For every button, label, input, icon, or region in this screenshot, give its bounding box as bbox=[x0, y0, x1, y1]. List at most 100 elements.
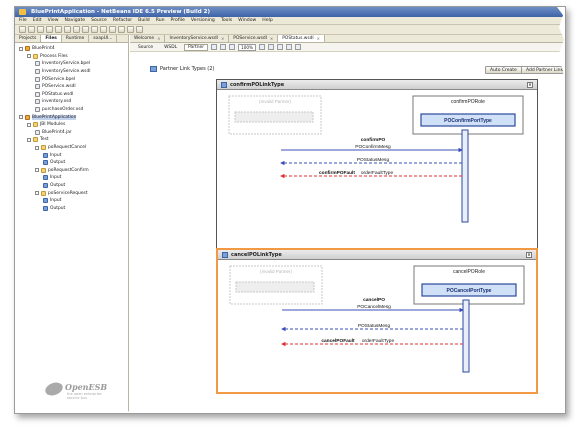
open-project-icon[interactable] bbox=[37, 26, 44, 33]
run-icon[interactable] bbox=[118, 26, 125, 33]
build-icon[interactable] bbox=[100, 26, 107, 33]
tree-node[interactable]: BluePrintApplication bbox=[15, 113, 128, 121]
left-tab-2[interactable]: Runtime bbox=[62, 35, 90, 42]
partner-link-type-panel-confirm[interactable]: confirmPOLinkType × (Invalid Partner) confi… bbox=[216, 79, 538, 251]
select-tool-icon[interactable] bbox=[211, 44, 218, 50]
port-icon bbox=[43, 198, 48, 204]
tree-toggle-icon[interactable] bbox=[35, 168, 39, 173]
netbeans-icon bbox=[19, 9, 26, 15]
plt-title-bar: cancelPOLinkType × bbox=[218, 250, 536, 260]
tree-node[interactable]: Output bbox=[15, 204, 128, 212]
fit-diagram-icon[interactable] bbox=[220, 44, 227, 50]
menu-tools[interactable]: Tools bbox=[221, 18, 232, 23]
menu-profile[interactable]: Profile bbox=[171, 18, 185, 23]
tree-node[interactable]: purchaseOrder.xsd bbox=[15, 106, 128, 114]
left-tab-0[interactable]: Projects bbox=[15, 35, 42, 42]
tree-node[interactable]: BluePrint4 bbox=[15, 45, 128, 53]
menu-refactor[interactable]: Refactor bbox=[113, 18, 132, 23]
menu-build[interactable]: Build bbox=[138, 18, 150, 23]
operation-lifeline[interactable] bbox=[461, 129, 469, 223]
tree-node[interactable]: POService.bpel bbox=[15, 75, 128, 83]
tree-toggle-icon[interactable] bbox=[19, 46, 23, 51]
tree-node-label: BluePrint4.jar bbox=[42, 129, 72, 135]
close-tab-icon[interactable]: × bbox=[221, 36, 224, 41]
tree-node[interactable]: inventory.xsd bbox=[15, 98, 128, 106]
tree-node-label: BluePrint4 bbox=[32, 46, 55, 52]
tree-node[interactable]: InventoryService.wsdl bbox=[15, 68, 128, 76]
left-port-type-box[interactable] bbox=[235, 281, 315, 293]
editor-tab[interactable]: POService.wsdl × bbox=[229, 35, 279, 42]
menu-view[interactable]: View bbox=[48, 18, 59, 23]
tree-toggle-icon[interactable] bbox=[35, 145, 39, 150]
tree-node[interactable]: poServiceRequest bbox=[15, 189, 128, 197]
tree-toggle-icon[interactable] bbox=[27, 137, 31, 142]
menu-versioning[interactable]: Versioning bbox=[191, 18, 215, 23]
wsdl-view-button[interactable]: WSDL bbox=[160, 44, 181, 51]
zoom-out-icon[interactable] bbox=[268, 44, 275, 50]
tree-node[interactable]: Input bbox=[15, 174, 128, 182]
left-tab-1[interactable]: Files bbox=[41, 35, 62, 42]
editor-tabs: Welcome × InventoryService.wsdl × POService.… bbox=[130, 35, 565, 43]
editor-tab[interactable]: Welcome × bbox=[130, 35, 166, 42]
paste-icon[interactable] bbox=[73, 26, 80, 33]
partner-view-button[interactable]: Partner bbox=[184, 43, 209, 51]
menu-edit[interactable]: Edit bbox=[33, 18, 42, 23]
new-project-icon[interactable] bbox=[28, 26, 35, 33]
tree-node[interactable]: poRequestConfirm bbox=[15, 167, 128, 175]
clean-build-icon[interactable] bbox=[109, 26, 116, 33]
save-all-icon[interactable] bbox=[46, 26, 53, 33]
partner-link-type-panel-cancel[interactable]: cancelPOLinkType × (Invalid Partner) cancel… bbox=[216, 248, 538, 394]
menu-help[interactable]: Help bbox=[262, 18, 272, 23]
new-file-icon[interactable] bbox=[19, 26, 26, 33]
auto-create-button[interactable]: Auto Create bbox=[485, 66, 522, 74]
tree-toggle-icon[interactable] bbox=[27, 122, 31, 127]
tree-toggle-icon[interactable] bbox=[27, 54, 31, 59]
validate-icon[interactable] bbox=[295, 44, 302, 50]
add-partner-link-button[interactable]: Add Partner Link... bbox=[521, 66, 565, 74]
menu-source[interactable]: Source bbox=[91, 18, 107, 23]
close-tab-icon[interactable]: × bbox=[157, 36, 160, 41]
menu-navigate[interactable]: Navigate bbox=[65, 18, 86, 23]
tree-node[interactable]: BluePrint4.jar bbox=[15, 129, 128, 137]
tree-toggle-icon[interactable] bbox=[35, 191, 39, 196]
tree-node[interactable]: POStatus.wsdl bbox=[15, 91, 128, 99]
operation-lifeline[interactable] bbox=[462, 299, 470, 373]
close-icon[interactable]: × bbox=[527, 82, 533, 88]
left-tab-3[interactable]: soapUI... bbox=[89, 35, 118, 42]
tree-node[interactable]: JBI Modules bbox=[15, 121, 128, 129]
tree-node-label: poRequestCancel bbox=[48, 145, 87, 151]
fit-width-icon[interactable] bbox=[229, 44, 236, 50]
zoom-select[interactable]: 100% bbox=[238, 43, 257, 51]
redo-icon[interactable] bbox=[91, 26, 98, 33]
tree-node-label: POService.bpel bbox=[42, 76, 76, 82]
copy-icon[interactable] bbox=[64, 26, 71, 33]
undo-icon[interactable] bbox=[82, 26, 89, 33]
profile-icon[interactable] bbox=[136, 26, 143, 33]
close-icon[interactable]: × bbox=[526, 252, 532, 258]
left-port-type-box[interactable] bbox=[234, 111, 314, 123]
tree-node[interactable]: poRequestCancel bbox=[15, 144, 128, 152]
source-view-button[interactable]: Source bbox=[134, 44, 157, 51]
tree-node[interactable]: Output bbox=[15, 182, 128, 190]
tree-node[interactable]: Input bbox=[15, 151, 128, 159]
tree-node[interactable]: Process Files bbox=[15, 53, 128, 61]
expand-all-icon[interactable] bbox=[277, 44, 284, 50]
editor-tab[interactable]: POStatus.wsdl × bbox=[278, 35, 326, 42]
file-icon bbox=[35, 107, 40, 113]
editor-tab[interactable]: InventoryService.wsdl × bbox=[165, 35, 230, 42]
tree-node[interactable]: Input bbox=[15, 197, 128, 205]
tree-node[interactable]: InventoryService.bpel bbox=[15, 60, 128, 68]
collapse-all-icon[interactable] bbox=[286, 44, 293, 50]
debug-icon[interactable] bbox=[127, 26, 134, 33]
cut-icon[interactable] bbox=[55, 26, 62, 33]
zoom-in-icon[interactable] bbox=[259, 44, 266, 50]
close-tab-icon[interactable]: × bbox=[270, 36, 273, 41]
tree-node[interactable]: POService.wsdl bbox=[15, 83, 128, 91]
tree-toggle-icon[interactable] bbox=[19, 115, 23, 120]
close-tab-icon[interactable]: × bbox=[317, 36, 320, 41]
tree-node[interactable]: Output bbox=[15, 159, 128, 167]
menu-window[interactable]: Window bbox=[238, 18, 256, 23]
menu-file[interactable]: File bbox=[19, 18, 27, 23]
menu-run[interactable]: Run bbox=[156, 18, 165, 23]
tree-node[interactable]: Test bbox=[15, 136, 128, 144]
